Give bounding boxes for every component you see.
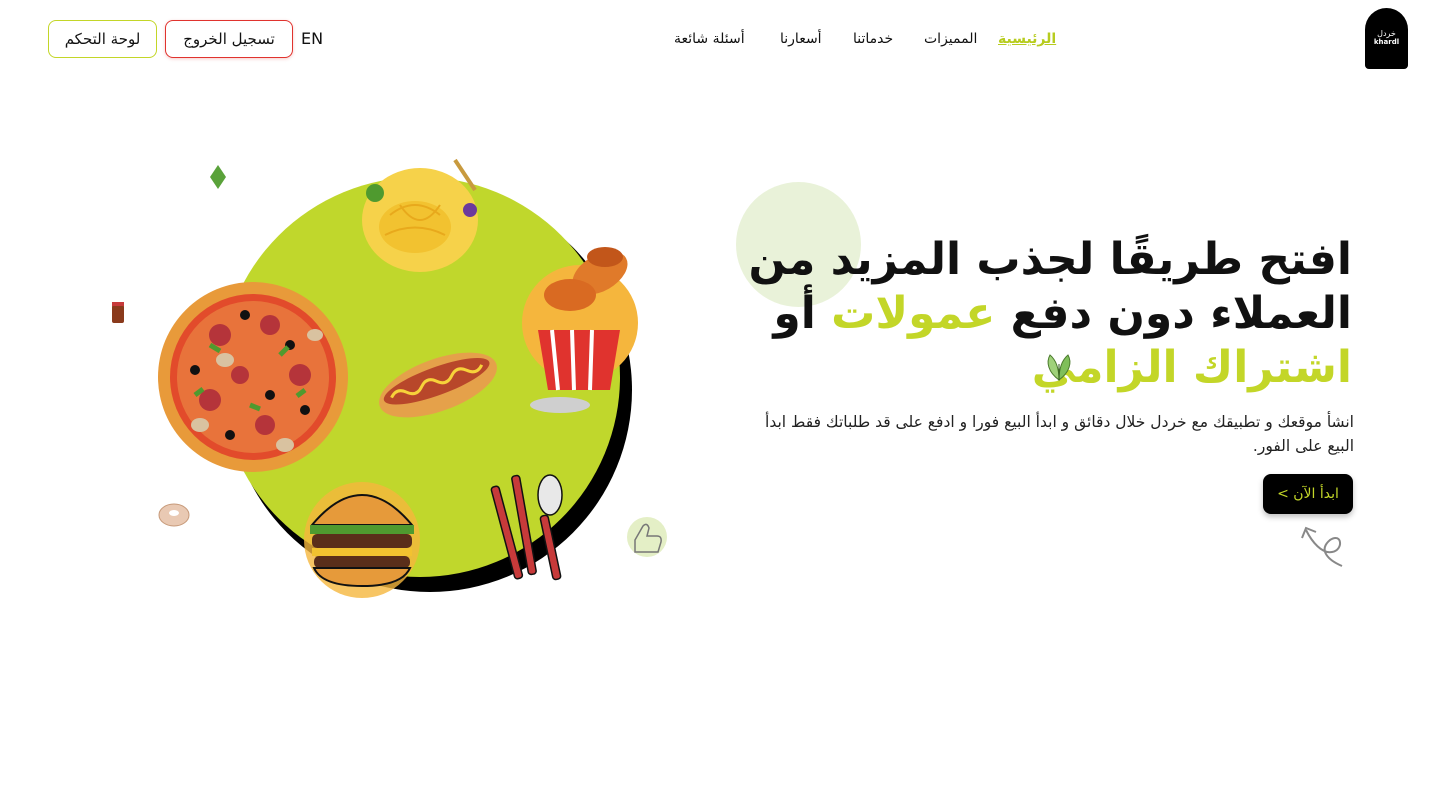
curly-arrow-icon <box>1301 526 1343 567</box>
leaf-icon <box>1047 354 1071 381</box>
brand-logo[interactable]: خردل khardl <box>1365 8 1408 69</box>
hero-highlight-commissions: عمولات <box>831 288 996 339</box>
nav-services[interactable]: خدماتنا <box>853 30 893 48</box>
pizza-illustration <box>158 282 348 472</box>
burger-illustration <box>304 482 420 598</box>
donut-illustration <box>158 503 190 527</box>
cup-illustration <box>112 302 124 323</box>
logo-arabic-text: خردل <box>1377 29 1396 38</box>
hero-title-line1: افتح طريقًا لجذب المزيد من <box>748 234 1352 285</box>
food-illustration <box>112 158 667 598</box>
nav-home[interactable]: الرئيسية <box>998 30 1056 48</box>
hero-description: انشأ موقعك و تطبيقك مع خردل خلال دقائق و… <box>765 413 1354 455</box>
logo-latin-text: khardl <box>1373 38 1400 46</box>
start-now-button[interactable]: ابدأ الآن > <box>1263 474 1353 514</box>
hero-title-or: أو <box>773 288 816 339</box>
pasta-illustration <box>362 158 478 272</box>
hero-title-line2-text: العملاء دون دفع <box>1010 288 1352 339</box>
logout-button[interactable]: تسجيل الخروج <box>165 20 293 58</box>
nav-faq[interactable]: أسئلة شائعة <box>674 30 745 48</box>
leaf-sprig-illustration <box>210 165 226 189</box>
nav-pricing[interactable]: أسعارنا <box>780 30 822 48</box>
nav-features[interactable]: المميزات <box>924 30 977 48</box>
language-toggle[interactable]: EN <box>301 29 323 49</box>
dashboard-button[interactable]: لوحة التحكم <box>48 20 157 58</box>
hero-title-line2: العملاء دون دفع عمولات أو <box>773 287 1352 341</box>
hero-highlight-subscription: اشتراك الزامي <box>1031 342 1352 393</box>
thumbs-up-icon <box>627 517 667 557</box>
